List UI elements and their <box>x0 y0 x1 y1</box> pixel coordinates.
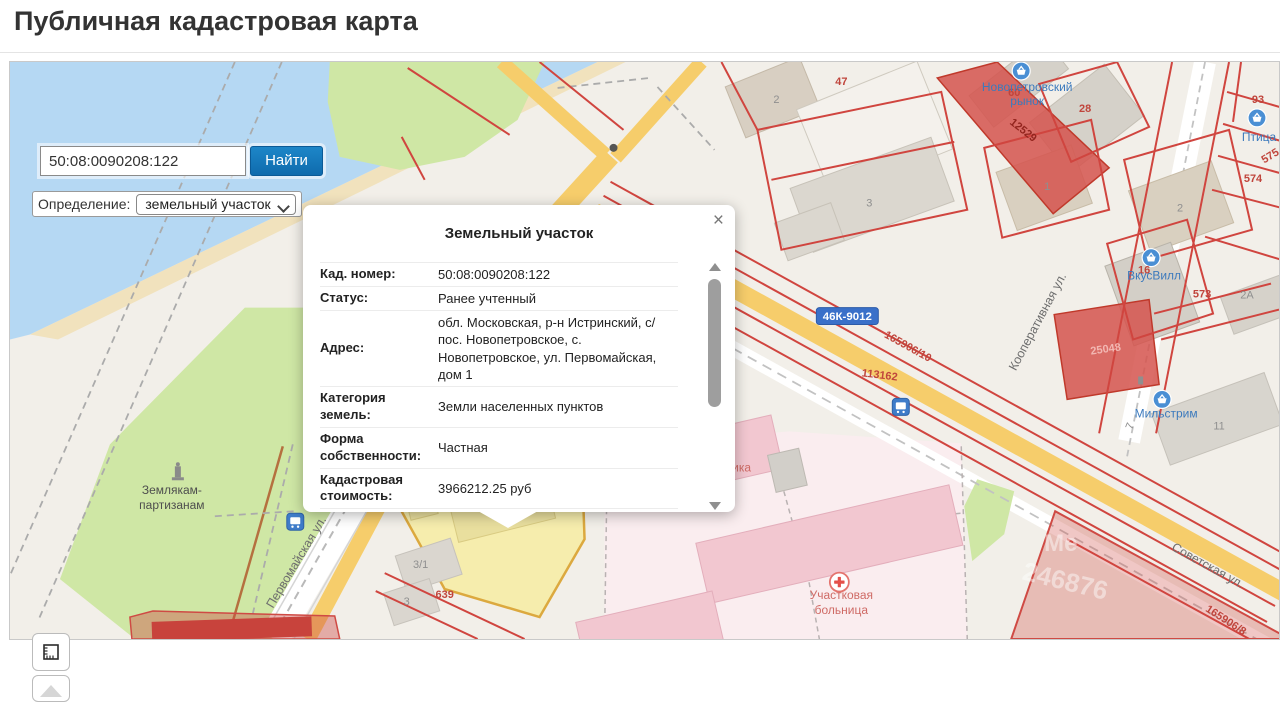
junction-dot-icon <box>610 144 618 152</box>
cadastral-map[interactable]: 46К-9012 47 60 12529 28 93 575 574 573 1… <box>9 61 1280 640</box>
scroll-up-icon[interactable] <box>709 263 721 271</box>
bus-stop-icon[interactable] <box>287 513 304 530</box>
road-badge: 46К-9012 <box>816 308 878 325</box>
building-number: 3 <box>404 596 410 608</box>
building-number: 1 <box>1044 181 1050 193</box>
row-label: Форма собственности: <box>320 431 432 465</box>
search-button[interactable]: Найти <box>250 146 323 176</box>
poi-label: Землякам- <box>142 483 202 497</box>
filter-select[interactable]: земельный участок <box>136 194 295 215</box>
poi-label: рынок <box>1010 94 1045 108</box>
shop-icon[interactable] <box>1248 109 1266 127</box>
filter-label: Определение: <box>38 196 130 212</box>
scroll-thumb[interactable] <box>708 279 721 407</box>
row-value: обл. Московская, р-н Истринский, с/пос. … <box>432 314 678 383</box>
title-divider <box>0 52 1280 53</box>
building-number: 3 <box>866 198 872 210</box>
parcel-number: 47 <box>835 76 847 88</box>
parcel-number: 574 <box>1244 173 1263 185</box>
filter-box: Определение: земельный участок <box>32 191 302 217</box>
row-value: Земли населенных пунктов <box>432 398 678 415</box>
building-number: 2 <box>773 94 779 106</box>
measure-button[interactable] <box>32 633 70 671</box>
gas-icon <box>1138 376 1143 384</box>
parcel-number: 639 <box>435 589 453 601</box>
row-label: Кадастровая стоимость: <box>320 472 432 506</box>
parcel-info-popup: × Земельный участок Кад. номер: 50:08:00… <box>303 205 735 512</box>
popup-row: Статус: Ранее учтенный <box>320 286 678 310</box>
page-title: Публичная кадастровая карта <box>14 6 418 37</box>
popup-tail <box>478 511 538 528</box>
extent-button[interactable] <box>32 675 70 702</box>
poi-label: ВкусВилл <box>1127 269 1181 283</box>
market-icon[interactable] <box>1012 62 1030 80</box>
row-label: Категория земель: <box>320 390 432 424</box>
building-number: 2 <box>1177 203 1183 215</box>
popup-body: Кад. номер: 50:08:0090208:122 Статус: Ра… <box>320 262 678 512</box>
row-value: Ранее учтенный <box>432 290 678 307</box>
poi-label: партизанам <box>139 498 204 512</box>
parcel-number: 93 <box>1252 94 1264 106</box>
scroll-down-icon[interactable] <box>709 502 721 510</box>
row-value: Частная <box>432 439 678 456</box>
row-label: Адрес: <box>320 340 432 357</box>
row-value: 3966212.25 руб <box>432 480 678 497</box>
poi-label: Мильстрим <box>1135 406 1198 420</box>
ruler-icon <box>40 641 62 663</box>
parcel-number: 28 <box>1079 103 1091 115</box>
row-value: 50:08:0090208:122 <box>432 266 678 283</box>
building-number: 3/1 <box>413 559 428 571</box>
poi-label: больница <box>815 603 869 617</box>
poi-label: Участковая <box>810 588 873 602</box>
popup-row: Кад. номер: 50:08:0090208:122 <box>320 262 678 286</box>
popup-title: Земельный участок <box>303 205 735 242</box>
road-badge-label: 46К-9012 <box>823 311 872 323</box>
popup-row: Категория земель: Земли населенных пункт… <box>320 386 678 427</box>
poi-label: Птица <box>1242 130 1277 144</box>
bus-stop-icon[interactable] <box>892 398 909 415</box>
popup-row: Форма собственности: Частная <box>320 427 678 468</box>
row-label: Статус: <box>320 290 432 307</box>
filter-value: земельный участок <box>145 196 270 212</box>
close-icon[interactable]: × <box>713 211 724 230</box>
extent-icon <box>40 685 62 697</box>
row-label: Кад. номер: <box>320 266 432 283</box>
popup-scrollbar[interactable] <box>707 263 722 510</box>
popup-row: Кадастровая стоимость: 3966212.25 руб <box>320 468 678 509</box>
poi-label: Новопетровский <box>982 80 1073 94</box>
building-number: 2А <box>1240 290 1254 302</box>
popup-row: Адрес: обл. Московская, р-н Истринский, … <box>320 310 678 386</box>
watermark-text: Ме <box>1044 530 1077 557</box>
parcel-number: 573 <box>1193 289 1211 301</box>
building-number: 11 <box>1213 420 1224 432</box>
chevron-down-icon <box>277 200 290 213</box>
search-input[interactable] <box>40 146 246 176</box>
